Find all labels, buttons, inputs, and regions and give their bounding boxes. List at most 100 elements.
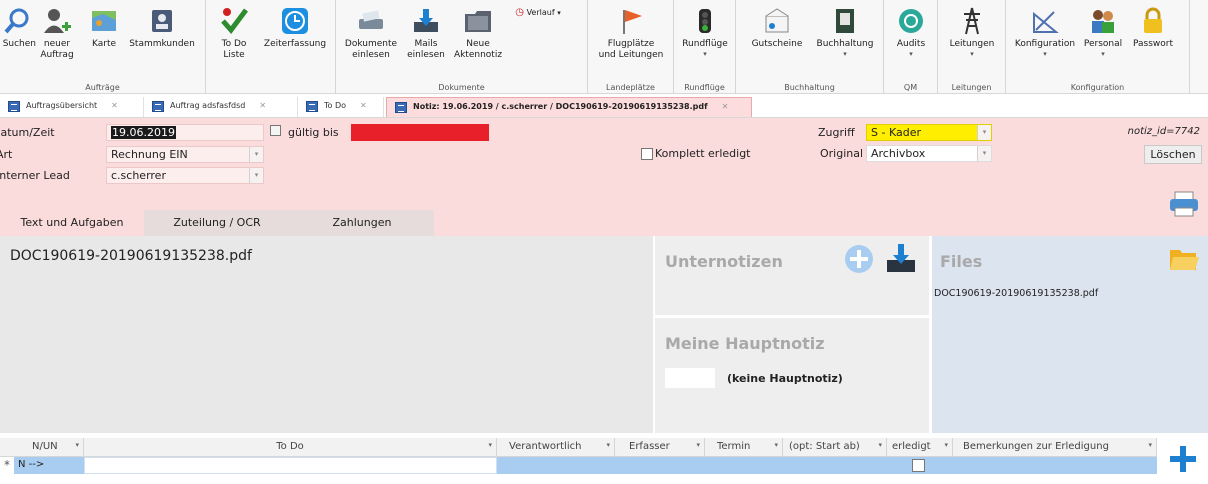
add-subnote-icon[interactable] xyxy=(845,245,873,273)
datum-field[interactable]: 19.06.2019 xyxy=(106,124,264,141)
ribbon-group-todo: To Do Liste Zeiterfassung xyxy=(206,0,336,94)
interner-lead-select[interactable]: c.scherrer ▾ xyxy=(106,167,264,184)
close-icon[interactable]: ✕ xyxy=(259,101,266,110)
komplett-erledigt-checkbox[interactable] xyxy=(641,148,653,160)
original-label: Original xyxy=(820,147,864,160)
envelope-icon xyxy=(762,6,792,36)
group-label-dokumente: Dokumente xyxy=(438,83,485,92)
chevron-down-icon: ▾ xyxy=(488,441,492,449)
new-row-rest-cells[interactable] xyxy=(497,457,1157,474)
stammkunden-button[interactable]: Stammkunden xyxy=(124,6,200,50)
close-icon[interactable]: ✕ xyxy=(360,101,367,110)
column-header-start-ab[interactable]: (opt: Start ab) ▾ xyxy=(783,438,887,457)
notiz-id: notiz_id=7742 xyxy=(1127,126,1200,137)
open-folder-icon[interactable] xyxy=(1168,246,1200,274)
group-label-rundfluege: Rundflüge xyxy=(684,83,725,92)
erledigt-checkbox[interactable] xyxy=(912,459,925,472)
art-select[interactable]: Rechnung EIN ▾ xyxy=(106,146,264,163)
inbox-download-icon xyxy=(411,6,441,36)
column-header-erledigt[interactable]: erledigt ▾ xyxy=(887,438,953,457)
rundfluege-button[interactable]: Rundflüge ▾ xyxy=(676,6,734,58)
subtab-zahlungen[interactable]: Zahlungen xyxy=(290,210,434,236)
flugplaetze-button[interactable]: Flugplätze und Leitungen xyxy=(590,6,672,61)
note-form: Datum/Zeit 19.06.2019 gültig bis Art Rec… xyxy=(0,118,1208,236)
tab-auftragsuebersicht[interactable]: Auftragsübersicht ✕ xyxy=(0,97,144,117)
row-indicator-star-icon: * xyxy=(0,457,14,474)
loeschen-button[interactable]: Löschen xyxy=(1144,145,1202,164)
hauptnotiz-title: Meine Hauptnotiz xyxy=(665,334,825,353)
komplett-erledigt-label: Komplett erledigt xyxy=(655,147,751,160)
chevron-down-icon: ▾ xyxy=(1148,441,1152,449)
gutscheine-button[interactable]: Gutscheine xyxy=(744,6,810,50)
download-inbox-icon[interactable] xyxy=(885,242,917,274)
add-person-icon xyxy=(42,6,72,36)
audits-button[interactable]: Audits ▾ xyxy=(888,6,934,58)
dropdown-arrow-icon: ▾ xyxy=(703,50,707,58)
add-todo-icon[interactable] xyxy=(1168,444,1198,474)
close-icon[interactable]: ✕ xyxy=(111,101,118,110)
new-row-cell[interactable]: N --> xyxy=(14,457,84,474)
calendar-icon[interactable] xyxy=(270,125,281,136)
zeiterfassung-button[interactable]: Zeiterfassung xyxy=(258,6,332,50)
chevron-down-icon: ▾ xyxy=(249,168,263,183)
column-header-todo[interactable]: To Do ▾ xyxy=(84,438,497,457)
zugriff-select[interactable]: S - Kader ▾ xyxy=(866,124,992,141)
personal-button[interactable]: Personal ▾ xyxy=(1078,6,1128,58)
text-editor-panel[interactable]: DOC190619-20190619135238.pdf xyxy=(0,236,653,433)
history-icon: ◷ xyxy=(515,7,525,18)
gueltig-bis-field[interactable] xyxy=(351,124,489,141)
todo-liste-button[interactable]: To Do Liste xyxy=(212,6,256,61)
hauptnotiz-value[interactable]: (keine Hauptnotiz) xyxy=(727,372,843,385)
subtab-zuteilung-ocr[interactable]: Zuteilung / OCR xyxy=(144,210,290,236)
chevron-down-icon: ▾ xyxy=(696,441,700,449)
group-label-landeplaetze: Landeplätze xyxy=(606,83,655,92)
neuer-auftrag-button[interactable]: neuer Auftrag xyxy=(34,6,80,61)
column-header-termin[interactable]: Termin ▾ xyxy=(705,438,783,457)
chevron-down-icon: ▾ xyxy=(606,441,610,449)
buchhaltung-button[interactable]: Buchhaltung ▾ xyxy=(810,6,880,58)
tab-notiz[interactable]: Notiz: 19.06.2019 / c.scherrer / DOC1906… xyxy=(386,97,752,117)
karte-button[interactable]: Karte xyxy=(86,6,122,50)
chevron-down-icon: ▾ xyxy=(75,441,79,449)
column-header-verantwortlich[interactable]: Verantwortlich ▾ xyxy=(497,438,615,457)
leitungen-button[interactable]: Leitungen ▾ xyxy=(944,6,1000,58)
verlauf-button[interactable]: ◷ Verlauf ▾ xyxy=(508,7,568,19)
close-icon[interactable]: ✕ xyxy=(722,102,729,111)
tab-auftrag[interactable]: Auftrag adsfasfdsd ✕ xyxy=(144,97,298,117)
printer-icon[interactable] xyxy=(1168,190,1200,218)
power-tower-icon xyxy=(957,6,987,36)
lock-icon xyxy=(1138,6,1168,36)
people-icon xyxy=(1088,6,1118,36)
ribbon-group-dokumente: Dokumente einlesen Mails einlesen Neue A… xyxy=(336,0,588,94)
tab-todo[interactable]: To Do ✕ xyxy=(298,97,384,117)
chevron-down-icon: ▾ xyxy=(249,147,263,162)
gueltig-bis-label: gültig bis xyxy=(288,126,339,139)
ribbon-toolbar: Suchen neuer Auftrag Karte Stammkunden A… xyxy=(0,0,1208,94)
neue-aktennotiz-button[interactable]: Neue Aktennotiz xyxy=(448,6,508,61)
passwort-button[interactable]: Passwort xyxy=(1126,6,1180,50)
column-header-erfasser[interactable]: Erfasser ▾ xyxy=(615,438,705,457)
column-header-bemerkungen[interactable]: Bemerkungen zur Erledigung ▾ xyxy=(953,438,1157,457)
file-list-item[interactable]: DOC190619-20190619135238.pdf xyxy=(934,288,1098,299)
map-icon xyxy=(89,6,119,36)
grid-icon xyxy=(395,102,407,113)
interner-lead-label: Interner Lead xyxy=(0,169,70,182)
dokumente-einlesen-button[interactable]: Dokumente einlesen xyxy=(340,6,402,61)
note-text: DOC190619-20190619135238.pdf xyxy=(10,248,252,264)
ruler-triangle-icon xyxy=(1030,6,1060,36)
chevron-down-icon: ▾ xyxy=(878,441,882,449)
column-header-n-un[interactable]: N/UN ▾ xyxy=(0,438,84,457)
scanner-icon xyxy=(356,6,386,36)
konfiguration-button[interactable]: Konfiguration ▾ xyxy=(1012,6,1078,58)
dropdown-arrow-icon: ▾ xyxy=(1043,50,1047,58)
group-label-konfiguration: Konfiguration xyxy=(1070,83,1125,92)
ribbon-group-buchhaltung: Gutscheine Buchhaltung ▾ Buchhaltung xyxy=(736,0,884,94)
group-label-qm: QM xyxy=(903,83,918,92)
checkmark-icon xyxy=(219,6,249,36)
group-label-auftraege: Aufträge xyxy=(85,83,120,92)
new-row-todo-cell[interactable] xyxy=(84,457,497,474)
mails-einlesen-button[interactable]: Mails einlesen xyxy=(404,6,448,61)
contact-card-icon xyxy=(147,6,177,36)
original-select[interactable]: Archivbox ▾ xyxy=(866,145,992,162)
subtab-text-und-aufgaben[interactable]: Text und Aufgaben xyxy=(0,210,144,236)
